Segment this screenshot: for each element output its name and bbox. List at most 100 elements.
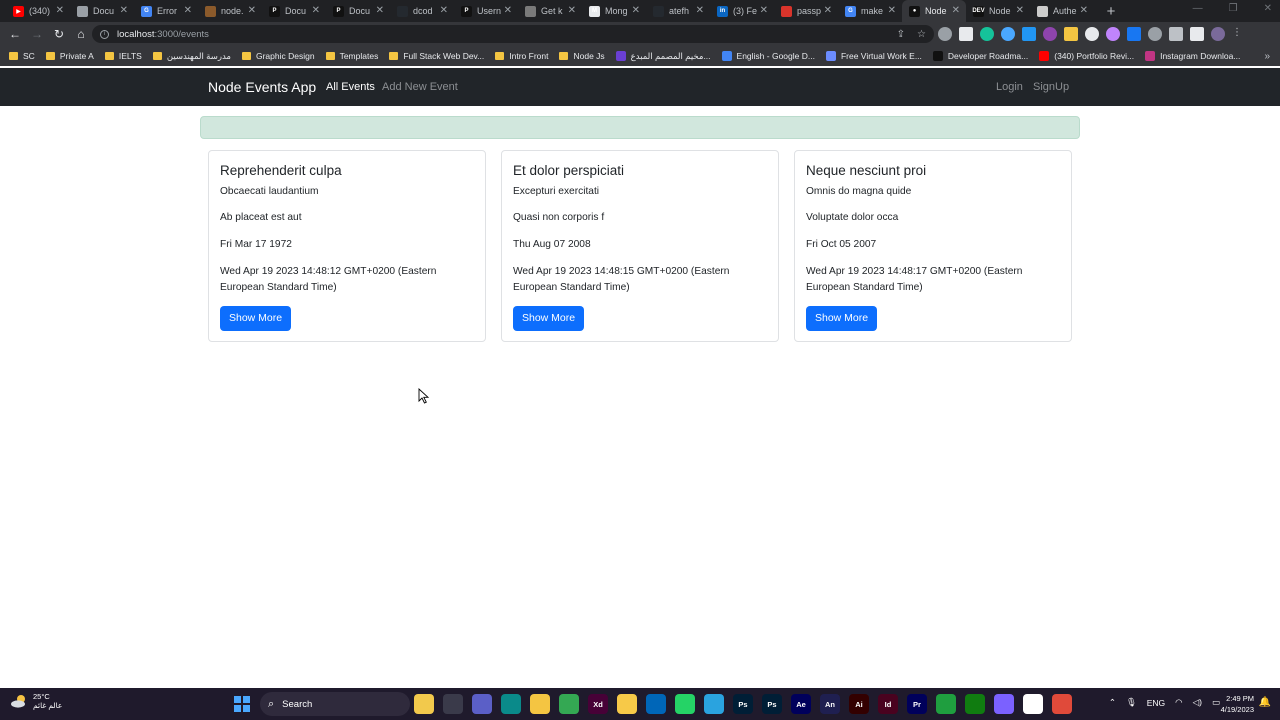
browser-tab[interactable]: DEV Node ✕ (966, 0, 1030, 22)
puzzle-extensions-icon[interactable] (1148, 27, 1162, 41)
app-extension-icon[interactable] (1001, 27, 1015, 41)
tab-close-icon[interactable]: ✕ (888, 5, 896, 16)
share-icon[interactable]: ⇪ (897, 29, 905, 40)
browser-tab[interactable]: Get k ✕ (518, 0, 582, 22)
app-brand[interactable]: Node Events App (208, 79, 316, 95)
edge-icon[interactable] (501, 694, 521, 714)
battery-icon[interactable]: ▭ (1212, 697, 1220, 708)
browser-tab[interactable]: G Error ✕ (134, 0, 198, 22)
bookmark-item[interactable]: Graphic Design (241, 51, 315, 61)
taskbar-search[interactable]: ⌕ Search (260, 692, 410, 716)
new-tab-button[interactable]: + (1100, 3, 1122, 20)
bookmark-item[interactable]: مخيم المصمم المبدع... (615, 51, 711, 62)
show-more-button[interactable]: Show More (513, 306, 585, 331)
bookmark-item[interactable]: Private A (45, 51, 94, 61)
tab-close-icon[interactable]: ✕ (120, 5, 128, 16)
browser-tab[interactable]: Gmake ✕ (838, 0, 902, 22)
pen-extension-icon[interactable] (1106, 27, 1120, 41)
tab-close-icon[interactable]: ✕ (312, 5, 320, 16)
app-red-icon[interactable] (1052, 694, 1072, 714)
tab-close-icon[interactable]: ✕ (632, 5, 640, 16)
wifi-icon[interactable]: ◠ (1175, 697, 1182, 708)
tab-close-icon[interactable]: ✕ (440, 5, 448, 16)
browser-tab[interactable]: atefh ✕ (646, 0, 710, 22)
tab-close-icon[interactable]: ✕ (56, 5, 64, 16)
browser-tab[interactable]: ▶ (340) ✕ (6, 0, 70, 22)
bookmark-item[interactable]: مدرسة المهندسين (152, 51, 231, 62)
app-purple-icon[interactable] (994, 694, 1014, 714)
tab-close-icon[interactable]: ✕ (952, 5, 960, 16)
volume-icon[interactable]: ◁) (1193, 697, 1202, 708)
address-bar[interactable]: i localhost:3000/events ⇪ ☆ (92, 25, 934, 43)
windows-start-icon[interactable] (234, 696, 250, 712)
bookmark-item[interactable]: English - Google D... (721, 51, 815, 61)
browser-tab[interactable]: passp ✕ (774, 0, 838, 22)
browser-tab[interactable]: node. ✕ (198, 0, 262, 22)
camera-extension-icon[interactable] (938, 27, 952, 41)
bookmarks-overflow-icon[interactable]: » (1264, 51, 1270, 62)
tab-close-icon[interactable]: ✕ (1016, 5, 1024, 16)
bookmark-item[interactable]: Node Js (559, 51, 605, 61)
xbox-icon[interactable] (965, 694, 985, 714)
browser-menu-icon[interactable]: ⋮ (1232, 27, 1242, 41)
facebook-extension-icon[interactable] (1127, 27, 1141, 41)
photoshop-2-icon[interactable]: Ps (762, 694, 782, 714)
bookmark-star-icon[interactable]: ☆ (917, 29, 926, 40)
close-window-icon[interactable]: ✕ (1264, 3, 1272, 14)
reload-icon[interactable]: ↻ (48, 27, 70, 41)
drive-extension-icon[interactable] (959, 27, 973, 41)
side-panel-icon[interactable] (1190, 27, 1204, 41)
xd-icon[interactable]: Xd (588, 694, 608, 714)
language-indicator[interactable]: ENG (1147, 698, 1165, 708)
bookmark-item[interactable]: Instagram Downloa... (1145, 51, 1240, 61)
photoshop-1-icon[interactable]: Ps (733, 694, 753, 714)
tab-close-icon[interactable]: ✕ (824, 5, 832, 16)
browser-tab[interactable]: dcod ✕ (390, 0, 454, 22)
browser-tab[interactable]: Docu ✕ (70, 0, 134, 22)
tab-close-icon[interactable]: ✕ (184, 5, 192, 16)
minimize-icon[interactable]: — (1193, 3, 1203, 14)
grammarly-extension-icon[interactable] (980, 27, 994, 41)
browser-tab[interactable]: ● Node ✕ (902, 0, 966, 22)
color-extension-icon[interactable] (1043, 27, 1057, 41)
show-more-button[interactable]: Show More (806, 306, 878, 331)
task-view-icon[interactable] (443, 694, 463, 714)
bookmark-item[interactable]: Developer Roadma... (932, 51, 1028, 61)
profile-avatar[interactable] (1211, 27, 1225, 41)
taskbar-clock[interactable]: 2:49 PM 4/19/2023 (1221, 693, 1254, 715)
reading-list-icon[interactable] (1169, 27, 1183, 41)
circle-extension-icon[interactable] (1085, 27, 1099, 41)
chevron-up-icon[interactable]: ⌃ (1109, 697, 1116, 708)
nav-add-new-event[interactable]: Add New Event (382, 81, 458, 93)
tab-close-icon[interactable]: ✕ (696, 5, 704, 16)
bookmark-item[interactable]: Full Stack Web Dev... (389, 51, 484, 61)
app-white-icon[interactable] (1023, 694, 1043, 714)
camtasia-icon[interactable] (936, 694, 956, 714)
premiere-icon[interactable]: Pr (907, 694, 927, 714)
browser-tab[interactable]: in (3) Fe ✕ (710, 0, 774, 22)
browser-tab[interactable]: P Docu ✕ (262, 0, 326, 22)
folder-icon[interactable] (530, 694, 550, 714)
telegram-icon[interactable] (704, 694, 724, 714)
browser-tab[interactable]: Authe ✕ (1030, 0, 1094, 22)
chrome-icon[interactable] (559, 694, 579, 714)
illustrator-icon[interactable]: Ai (849, 694, 869, 714)
sticky-notes-icon[interactable] (617, 694, 637, 714)
forward-icon[interactable]: → (26, 27, 48, 41)
teams-icon[interactable] (472, 694, 492, 714)
bookmark-item[interactable]: Free Virtual Work E... (825, 51, 922, 61)
bookmark-item[interactable]: Templates (325, 51, 378, 61)
tab-close-icon[interactable]: ✕ (1080, 5, 1088, 16)
back-icon[interactable]: ← (4, 27, 26, 41)
show-more-button[interactable]: Show More (220, 306, 292, 331)
weather-widget[interactable]: 25°C عالم غائم (10, 692, 62, 710)
vscode-icon[interactable] (646, 694, 666, 714)
nav-login[interactable]: Login (996, 81, 1023, 93)
file-explorer-icon[interactable] (414, 694, 434, 714)
browser-tab[interactable]: M Mong ✕ (582, 0, 646, 22)
home-icon[interactable]: ⌂ (70, 27, 92, 41)
tab-close-icon[interactable]: ✕ (504, 5, 512, 16)
tab-close-icon[interactable]: ✕ (568, 5, 576, 16)
notification-bell-icon[interactable]: 🔔 (1259, 697, 1271, 708)
nav-all-events[interactable]: All Events (326, 81, 375, 93)
